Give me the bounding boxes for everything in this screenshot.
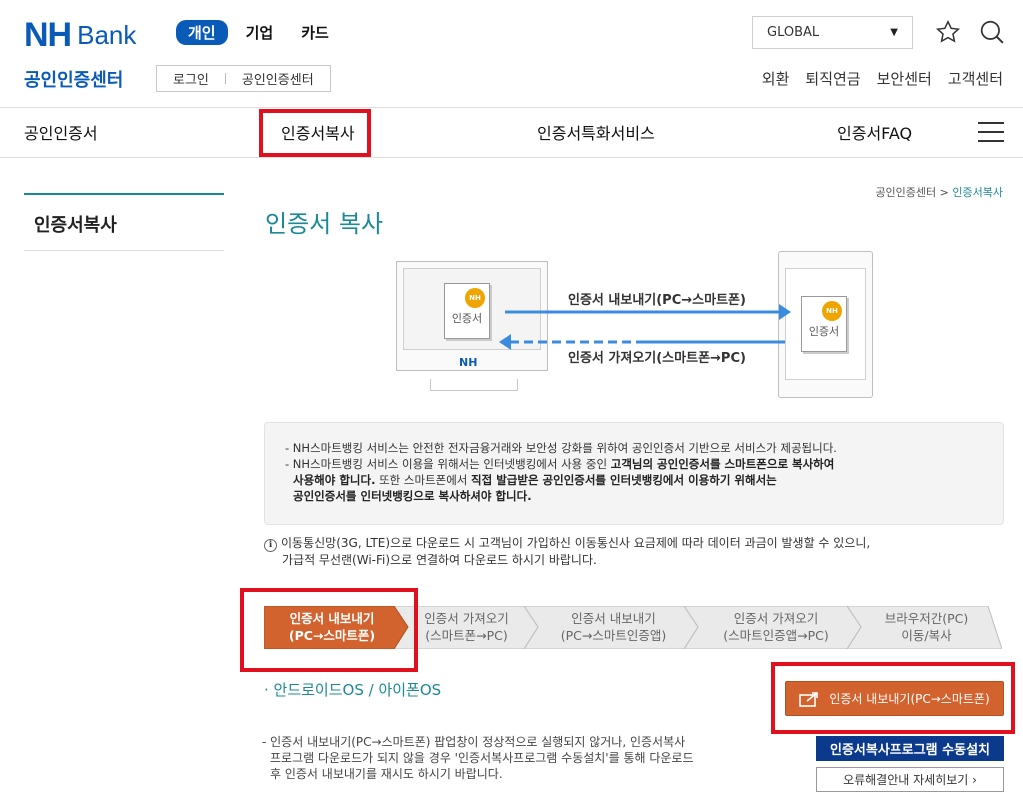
info-line-2: - NH스마트뱅킹 서비스 이용을 위해서는 인터넷뱅킹에서 사용 중인 고객님…: [285, 457, 835, 471]
desc-line-1: - 인증서 내보내기(PC→스마트폰) 팝업창이 정상적으로 실행되지 않거나,…: [262, 735, 686, 749]
utility-links: 외환 퇴직연금 보안센터 고객센터: [762, 68, 1003, 89]
description: - 인증서 내보내기(PC→스마트폰) 팝업창이 정상적으로 실행되지 않거나,…: [262, 734, 694, 782]
monitor-brand: NH: [459, 356, 478, 369]
monitor-stand: [430, 379, 518, 391]
global-select-value: GLOBAL: [767, 25, 820, 40]
logo-nh: NH: [24, 16, 72, 54]
util-link-pension[interactable]: 퇴직연금: [805, 68, 860, 89]
menu-public-cert[interactable]: 공인인증서: [24, 120, 98, 144]
arrow-left-icon: [499, 334, 511, 350]
segment-personal[interactable]: 개인: [176, 20, 228, 45]
certificate-icon: NH 인증서: [801, 296, 847, 352]
section-title[interactable]: 공인인증센터: [24, 66, 123, 92]
manual-install-button[interactable]: 인증서복사프로그램 수동설치: [816, 736, 1004, 761]
step-tab-export-app[interactable]: 인증서 내보내기 (PC→스마트인증앱): [536, 606, 691, 649]
global-select[interactable]: GLOBAL ▼: [752, 16, 913, 49]
import-arrow-label: 인증서 가져오기(스마트폰→PC): [568, 351, 746, 366]
caret-down-icon: ▼: [890, 27, 898, 38]
segment-card[interactable]: 카드: [291, 20, 339, 45]
cert-label: 인증서: [451, 312, 483, 325]
seal-icon: NH: [465, 288, 485, 308]
info-box: - NH스마트뱅킹 서비스는 안전한 전자금융거래와 보안성 강화를 위하여 공…: [264, 422, 1004, 525]
menu-cert-special[interactable]: 인증서특화서비스: [537, 120, 655, 144]
breadcrumb-sep: >: [939, 186, 949, 199]
logo-bank: Bank: [77, 20, 137, 50]
cert-label: 인증서: [808, 325, 840, 338]
header-divider: [0, 107, 1023, 108]
note-line-2: 가급적 무선랜(Wi-Fi)으로 연결하여 다운로드 하시기 바랍니다.: [282, 553, 597, 567]
segment-nav: 개인 기업 카드: [176, 20, 339, 45]
os-title: · 안드로이드OS / 아이폰OS: [264, 681, 442, 699]
certificate-icon: NH 인증서: [444, 283, 490, 339]
sub-tab-login[interactable]: 로그인: [157, 69, 225, 88]
info-icon: ℹ: [264, 539, 277, 552]
breadcrumb: 공인인증센터 > 인증서복사: [875, 184, 1003, 200]
menu-divider: [0, 157, 1023, 158]
info-line-1: - NH스마트뱅킹 서비스는 안전한 전자금융거래와 보안성 강화를 위하여 공…: [285, 441, 837, 455]
sub-tabs: 로그인 공인인증센터: [156, 65, 331, 92]
seal-icon: NH: [822, 301, 842, 321]
arrow-right-icon: [779, 304, 791, 320]
desc-line-3: 후 인증서 내보내기를 재시도 하시기 바랍니다.: [270, 767, 503, 781]
util-link-customer[interactable]: 고객센터: [948, 68, 1003, 89]
highlight-box-menu: [259, 109, 371, 157]
step-tab-import-phone[interactable]: 인증서 가져오기 (스마트폰→PC): [404, 606, 529, 649]
hamburger-menu-icon[interactable]: [978, 122, 1004, 142]
util-link-security[interactable]: 보안센터: [877, 68, 932, 89]
nh-bank-logo[interactable]: NH Bank: [24, 16, 136, 55]
sub-tab-cert-center[interactable]: 공인인증센터: [226, 69, 330, 88]
error-guide-button[interactable]: 오류해결안내 자세히보기 ›: [816, 767, 1004, 792]
step-tab-import-app[interactable]: 인증서 가져오기 (스마트인증앱→PC): [696, 606, 856, 649]
sidebar-title[interactable]: 인증서복사: [24, 193, 224, 251]
segment-business[interactable]: 기업: [236, 20, 284, 45]
util-link-forex[interactable]: 외환: [762, 68, 790, 89]
note-line-1: 이동통신망(3G, LTE)으로 다운로드 시 고객님이 가입하신 이동통신사 …: [281, 536, 871, 550]
step-tab-browser-copy[interactable]: 브라우저간(PC) 이동/복사: [859, 606, 994, 649]
breadcrumb-current: 인증서복사: [952, 186, 1003, 199]
page-title: 인증서 복사: [265, 210, 384, 238]
info-line-3: 사용해야 합니다. 또한 스마트폰에서 직접 발급받은 공인인증서를 인터넷뱅킹…: [293, 473, 777, 487]
breadcrumb-root[interactable]: 공인인증센터: [875, 186, 936, 199]
search-icon[interactable]: [978, 18, 1006, 46]
highlight-box-step: [240, 588, 418, 672]
export-arrow-label: 인증서 내보내기(PC→스마트폰): [568, 293, 746, 308]
desc-line-2: 프로그램 다운로드가 되지 않을 경우 '인증서복사프로그램 수동설치'를 통해…: [270, 751, 694, 765]
info-line-4: 공인인증서를 인터넷뱅킹으로 복사하셔야 합니다.: [293, 489, 532, 503]
menu-cert-faq[interactable]: 인증서FAQ: [837, 120, 912, 144]
data-charge-note: ℹ 이동통신망(3G, LTE)으로 다운로드 시 고객님이 가입하신 이동통신사…: [264, 535, 870, 568]
highlight-box-button: [771, 662, 1015, 734]
star-icon[interactable]: [934, 18, 962, 46]
